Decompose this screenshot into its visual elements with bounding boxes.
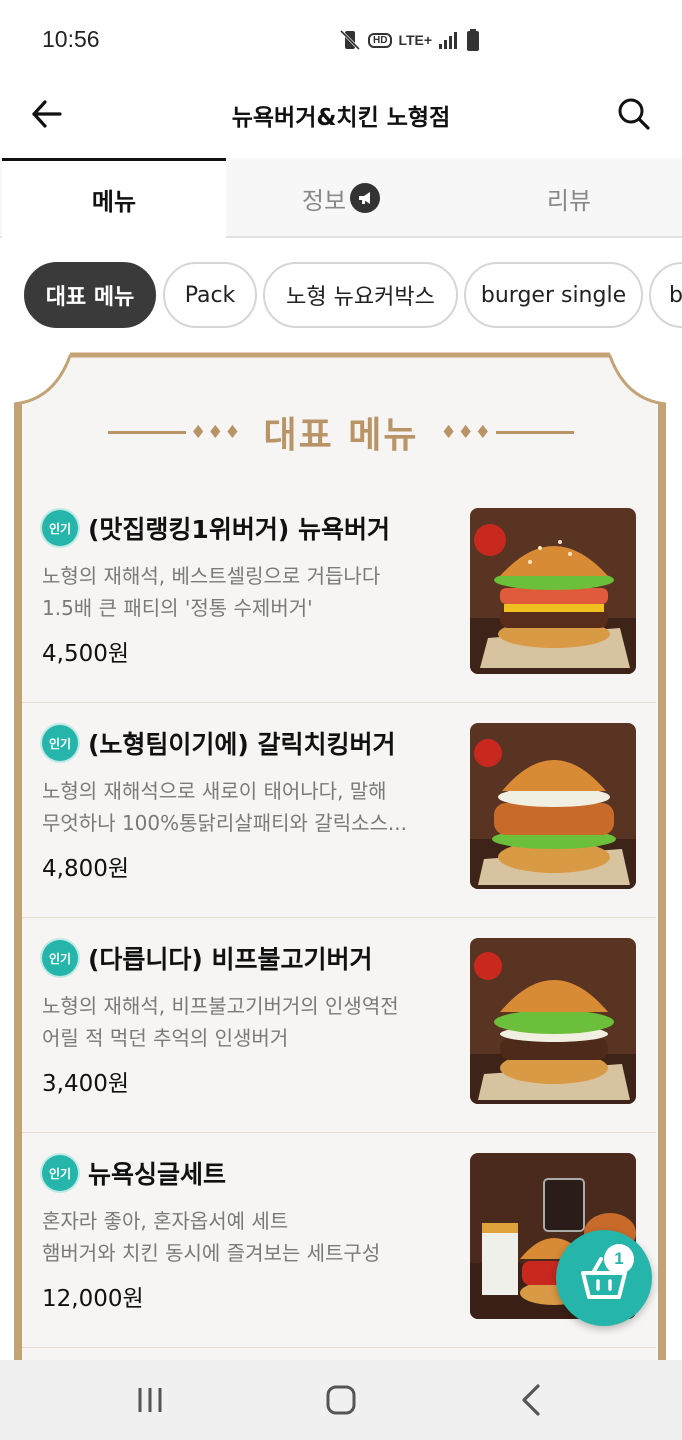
chip-pack[interactable]: Pack [163, 262, 257, 328]
chip-burger-single[interactable]: burger single [464, 262, 643, 328]
popular-badge: 인기 [42, 1155, 78, 1191]
tab-review[interactable]: 리뷰 [456, 158, 682, 238]
category-chips: 대표 메뉴 Pack 노형 뉴요커박스 burger single b [0, 262, 682, 330]
home-icon[interactable] [319, 1378, 363, 1422]
burger-photo [470, 508, 636, 674]
chip-signature-menu[interactable]: 대표 메뉴 [24, 262, 156, 328]
screen: 10:56 HD LTE+ 뉴욕버거&치킨 노형점 메뉴 정보 리뷰 대표 메뉴… [0, 0, 682, 1440]
tab-menu-label: 메뉴 [91, 188, 137, 216]
status-bar: 10:56 HD LTE+ [0, 0, 682, 80]
menu-item-price: 4,800원 [42, 856, 130, 882]
menu-item[interactable]: 인기 (다릅니다) 비프불고기버거 노형의 재해석, 비프불고기버거의 인생역전… [22, 918, 656, 1133]
cart-button[interactable]: 1 [556, 1230, 652, 1326]
tab-menu[interactable]: 메뉴 [2, 158, 226, 238]
megaphone-icon [350, 183, 381, 213]
popular-badge: 인기 [42, 940, 78, 976]
popular-badge: 인기 [42, 725, 78, 761]
search-icon[interactable] [614, 94, 654, 134]
menu-item[interactable]: 인기 (맛집랭킹1위버거) 뉴욕버거 노형의 재해석, 베스트셀링으로 거듭나다… [22, 488, 656, 703]
store-title: 뉴욕버거&치킨 노형점 [231, 105, 451, 131]
recent-apps-icon[interactable] [128, 1378, 172, 1422]
menu-item-price: 4,500원 [42, 641, 130, 667]
system-nav-bar [0, 1360, 682, 1440]
board-title-row: ♦♦♦ 대표 메뉴 ♦♦♦ [0, 402, 682, 462]
menu-item[interactable]: 인기 뉴욕싱글세트 혼자라 좋아, 혼자옵서예 세트 햄버거와 치킨 동시에 즐… [22, 1133, 656, 1348]
menu-item-description: 노형의 재해석, 비프불고기버거의 인생역전 어릴 적 먹던 추억의 인생버거 [42, 994, 399, 1050]
ornament-left: ♦♦♦ [108, 422, 245, 443]
app-header: 뉴욕버거&치킨 노형점 [0, 80, 682, 158]
board-title: 대표 메뉴 [263, 415, 419, 456]
menu-item-price: 12,000원 [42, 1286, 144, 1312]
chip-newyorker-box[interactable]: 노형 뉴요커박스 [263, 262, 458, 328]
menu-item-title: 뉴욕싱글세트 [88, 1160, 227, 1189]
back-nav-icon[interactable] [510, 1378, 554, 1422]
tab-review-label: 리뷰 [546, 186, 592, 215]
ornament-right: ♦♦♦ [437, 422, 574, 443]
menu-item-title: (노형팀이기에) 갈릭치킹버거 [88, 730, 396, 759]
menu-list: 인기 (맛집랭킹1위버거) 뉴욕버거 노형의 재해석, 베스트셀링으로 거듭나다… [22, 488, 656, 1348]
chicken-burger-photo [470, 723, 636, 889]
hd-voice-icon: HD [368, 32, 393, 48]
battery-icon [467, 29, 480, 51]
tab-info[interactable]: 정보 [228, 158, 454, 238]
menu-item-description: 노형의 재해석, 베스트셀링으로 거듭나다 1.5배 큰 패티의 '정통 수제버… [42, 564, 381, 620]
bulgogi-burger-photo [470, 938, 636, 1104]
menu-item-description: 노형의 재해석으로 새로이 태어나다, 말해 무엇하나 100%통닭리살패티와 … [42, 779, 407, 835]
lte-icon: LTE+ [398, 32, 433, 48]
tab-info-label: 정보 [301, 186, 347, 215]
chip-next-partial[interactable]: b [649, 262, 682, 328]
menu-item[interactable]: 인기 (노형팀이기에) 갈릭치킹버거 노형의 재해석으로 새로이 태어나다, 말… [22, 703, 656, 918]
board-top-frame [14, 352, 666, 410]
menu-item-description: 혼자라 좋아, 혼자옵서예 세트 햄버거와 치킨 동시에 즐겨보는 세트구성 [42, 1209, 381, 1265]
menu-board-area: ♦♦♦ 대표 메뉴 ♦♦♦ 인기 (맛집랭킹1위버거) 뉴욕버거 노형의 재해석… [0, 340, 682, 1360]
menu-item-title: (다릅니다) 비프불고기버거 [88, 945, 373, 974]
store-tabs: 메뉴 정보 리뷰 [0, 158, 682, 238]
mute-vibrate-icon [339, 29, 361, 51]
status-time: 10:56 [42, 26, 100, 52]
signal-icon [439, 32, 458, 49]
menu-item-price: 3,400원 [42, 1071, 130, 1097]
status-icons: HD LTE+ [338, 28, 480, 52]
menu-item-title: (맛집랭킹1위버거) 뉴욕버거 [88, 515, 390, 544]
popular-badge: 인기 [42, 510, 78, 546]
cart-count-badge: 1 [604, 1244, 634, 1274]
